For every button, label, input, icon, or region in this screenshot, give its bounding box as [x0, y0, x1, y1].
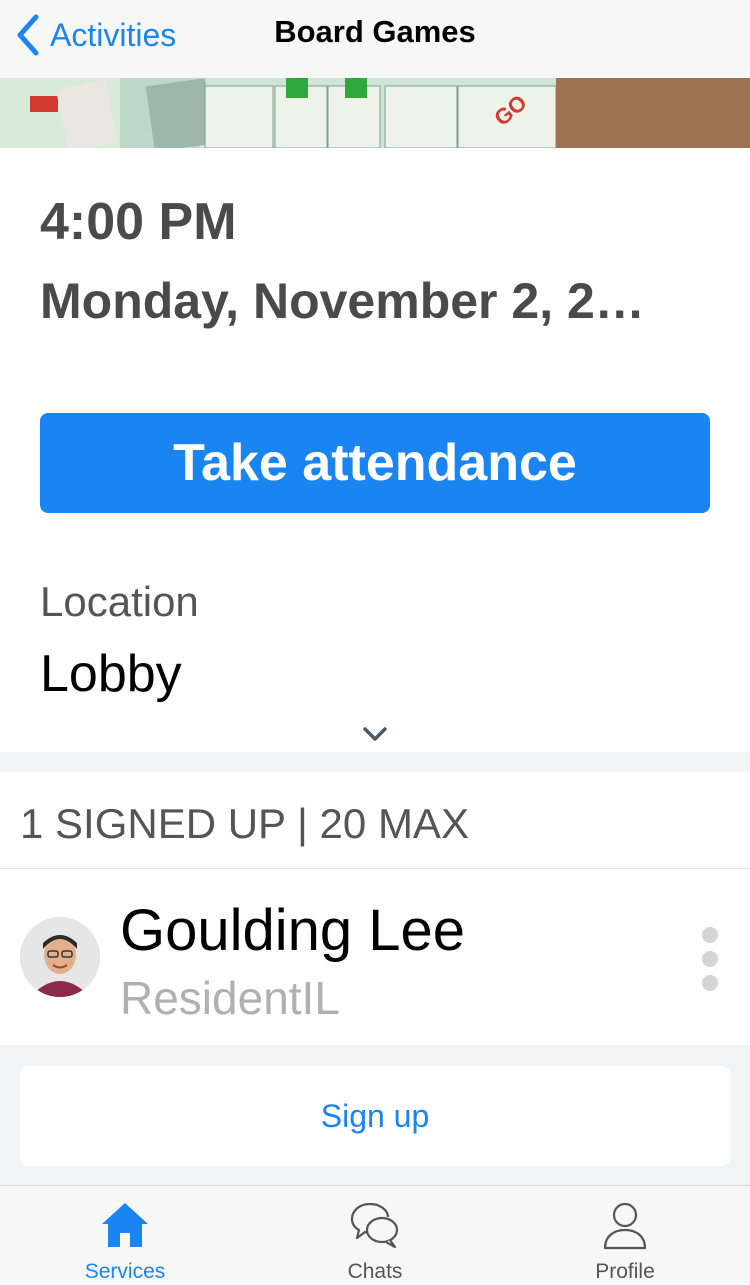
tab-services[interactable]: Services [0, 1186, 250, 1285]
event-time: 4:00 PM [40, 193, 237, 251]
chevron-down-icon[interactable] [360, 722, 390, 746]
event-date: Monday, November 2, 2… [40, 273, 645, 329]
attendee-role: ResidentIL [120, 972, 340, 1024]
tab-label: Profile [595, 1260, 655, 1283]
tab-bar: Services Chats Profile [0, 1185, 750, 1284]
attendee-name: Goulding Lee [120, 898, 466, 963]
tab-profile[interactable]: Profile [500, 1186, 750, 1285]
menu-dot [702, 975, 718, 991]
page-title: Board Games [274, 14, 476, 49]
avatar [20, 917, 100, 997]
location-label: Location [40, 578, 199, 625]
menu-dot [702, 927, 718, 943]
person-icon [603, 1202, 647, 1250]
location-value: Lobby [40, 645, 182, 703]
tab-label: Services [84, 1260, 166, 1283]
signup-summary: 1 SIGNED UP | 20 MAX [20, 800, 469, 847]
menu-dot [702, 951, 718, 967]
tab-chats[interactable]: Chats [250, 1186, 500, 1285]
more-options-icon[interactable] [700, 927, 720, 991]
chat-bubbles-icon [350, 1202, 399, 1249]
tab-label: Chats [347, 1260, 403, 1283]
navigation-bar: Activities Board Games [0, 0, 750, 78]
house-icon [102, 1203, 148, 1247]
take-attendance-button[interactable]: Take attendance [40, 413, 710, 513]
event-banner-image: GO [0, 78, 750, 148]
sign-up-button[interactable]: Sign up [20, 1066, 730, 1166]
attendee-row[interactable]: Goulding Lee ResidentIL [0, 869, 750, 1045]
section-separator [0, 752, 750, 772]
